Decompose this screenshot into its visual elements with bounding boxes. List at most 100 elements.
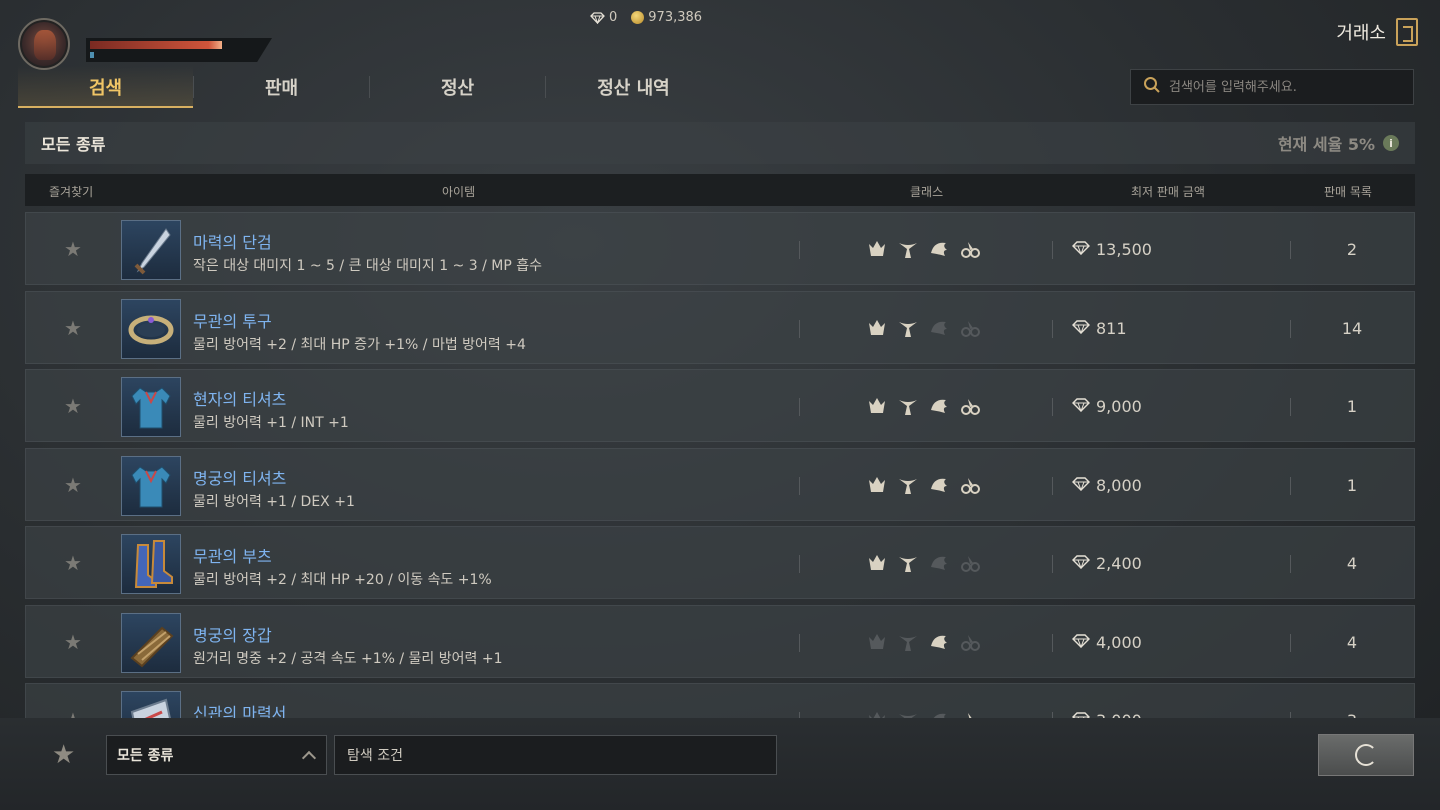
category-label: 모든 종류 <box>41 135 106 154</box>
class-wizard-icon <box>959 395 981 417</box>
favorite-star-icon[interactable]: ★ <box>64 708 82 718</box>
class-elf-icon <box>928 709 950 718</box>
helmet-icon <box>128 315 174 344</box>
chevron-up-icon <box>301 750 317 766</box>
search-icon[interactable] <box>1143 76 1161 98</box>
price-value: 4,000 <box>1096 632 1142 652</box>
search-condition-field[interactable]: 탐색 조건 <box>334 735 777 775</box>
column-divider <box>799 633 800 652</box>
favorite-star-icon[interactable]: ★ <box>64 551 82 575</box>
price-value: 13,500 <box>1096 240 1152 259</box>
item-name[interactable]: 무관의 투구 <box>193 308 272 332</box>
table-row[interactable]: ★ 신관의 마력서 3,000 3 <box>25 683 1415 718</box>
item-name[interactable]: 신관의 마력서 <box>193 700 286 718</box>
item-name[interactable]: 명궁의 장갑 <box>193 622 272 646</box>
favorite-star-icon[interactable]: ★ <box>64 316 82 340</box>
tab-sell[interactable]: 판매 <box>194 66 369 108</box>
tax-rate: 현재 세율 5% i <box>1278 131 1399 155</box>
table-row[interactable]: ★ 현자의 티셔츠 물리 방어력 +1 / INT +1 9,000 1 <box>25 369 1415 442</box>
column-divider <box>1290 633 1291 652</box>
item-min-price: 2,400 <box>1072 554 1142 573</box>
item-name[interactable]: 현자의 티셔츠 <box>193 386 286 410</box>
item-thumbnail <box>121 534 181 594</box>
column-divider <box>799 398 800 416</box>
class-warrior-icon <box>897 631 919 653</box>
column-divider <box>1290 241 1291 259</box>
listing-count: 1 <box>1346 475 1358 495</box>
favorite-star-icon[interactable]: ★ <box>64 473 82 497</box>
gem-icon <box>590 11 605 24</box>
item-thumbnail <box>121 377 181 437</box>
item-classes <box>866 552 981 574</box>
tab-settlement[interactable]: 정산 <box>370 66 545 108</box>
gold-currency: 973,386 <box>631 10 702 25</box>
table-row[interactable]: ★ 명궁의 장갑 원거리 명중 +2 / 공격 속도 +1% / 물리 방어력 … <box>25 604 1415 678</box>
item-classes <box>866 395 981 417</box>
favorite-star-icon[interactable]: ★ <box>64 630 82 654</box>
table-row[interactable]: ★ 마력의 단검 작은 대상 대미지 1 ~ 5 / 큰 대상 대미지 1 ~ … <box>25 212 1415 285</box>
gem-icon <box>1072 476 1090 495</box>
tab-settlement-history[interactable]: 정산 내역 <box>546 66 721 108</box>
mp-bar <box>90 52 94 58</box>
item-description: 원거리 명중 +2 / 공격 속도 +1% / 물리 방어력 +1 <box>193 650 503 667</box>
gem-icon <box>1072 554 1090 573</box>
class-wizard-icon <box>959 631 981 653</box>
exchange-book-icon[interactable] <box>1396 18 1418 46</box>
search-input[interactable] <box>1169 79 1399 95</box>
info-icon[interactable]: i <box>1383 135 1399 151</box>
column-divider <box>1052 633 1053 652</box>
listing-count: 4 <box>1346 554 1358 573</box>
listing-count: 4 <box>1346 632 1358 652</box>
item-name[interactable]: 무관의 부츠 <box>193 543 272 567</box>
class-wizard-icon <box>959 317 981 339</box>
favorites-filter-star-icon[interactable]: ★ <box>52 740 75 770</box>
refresh-button[interactable] <box>1318 734 1414 776</box>
table-row[interactable]: ★ 무관의 투구 물리 방어력 +2 / 최대 HP 증가 +1% / 마법 방… <box>25 290 1415 364</box>
column-divider <box>1290 398 1291 416</box>
favorite-star-icon[interactable]: ★ <box>64 394 82 418</box>
item-name[interactable]: 마력의 단검 <box>193 229 272 253</box>
class-elf-icon <box>928 238 950 260</box>
gem-amount: 0 <box>609 10 618 25</box>
column-divider <box>1052 398 1053 416</box>
category-select[interactable]: 모든 종류 <box>106 735 327 775</box>
gold-amount: 973,386 <box>648 10 703 25</box>
gloves-icon <box>130 626 174 667</box>
class-warrior-icon <box>897 238 919 260</box>
table-row[interactable]: ★ 명궁의 티셔츠 물리 방어력 +1 / DEX +1 8,000 1 <box>25 447 1415 521</box>
item-name[interactable]: 명궁의 티셔츠 <box>193 465 286 489</box>
shirt-icon <box>131 465 171 507</box>
column-divider <box>1290 476 1291 495</box>
item-classes <box>866 238 981 260</box>
header-min-price: 최저 판매 금액 <box>1131 185 1205 199</box>
favorite-star-icon[interactable]: ★ <box>64 237 82 261</box>
dagger-icon <box>134 228 171 275</box>
item-description: 물리 방어력 +1 / DEX +1 <box>193 493 355 510</box>
refresh-icon <box>1355 744 1377 766</box>
item-min-price: 4,000 <box>1072 633 1142 652</box>
item-description: 물리 방어력 +1 / INT +1 <box>193 415 349 431</box>
class-warrior-icon <box>897 552 919 574</box>
gem-icon <box>1072 319 1090 338</box>
item-thumbnail <box>121 298 181 359</box>
player-avatar[interactable] <box>18 18 70 70</box>
tome-icon <box>130 698 171 718</box>
table-row[interactable]: ★ 무관의 부츠 물리 방어력 +2 / 최대 HP +20 / 이동 속도 +… <box>25 526 1415 599</box>
column-divider <box>799 241 800 259</box>
item-description: 물리 방어력 +2 / 최대 HP +20 / 이동 속도 +1% <box>193 572 492 588</box>
class-knight-icon <box>866 552 888 574</box>
boots-icon <box>134 540 173 588</box>
tab-search[interactable]: 검색 <box>18 66 193 108</box>
listing-count: 3 <box>1336 711 1368 718</box>
player-status-bars <box>86 38 272 62</box>
item-min-price: 8,000 <box>1072 476 1142 495</box>
item-thumbnail <box>121 612 181 673</box>
class-knight-icon <box>866 395 888 417</box>
category-filter-bar: 모든 종류 현재 세율 5% i <box>25 122 1415 164</box>
item-description: 물리 방어력 +2 / 최대 HP 증가 +1% / 마법 방어력 +4 <box>193 336 526 353</box>
class-elf-icon <box>928 631 950 653</box>
item-min-price: 3,000 <box>1072 711 1142 718</box>
class-wizard-icon <box>959 238 981 260</box>
page-title-area: 거래소 <box>1336 18 1418 46</box>
item-list: ★ 마력의 단검 작은 대상 대미지 1 ~ 5 / 큰 대상 대미지 1 ~ … <box>25 212 1415 718</box>
